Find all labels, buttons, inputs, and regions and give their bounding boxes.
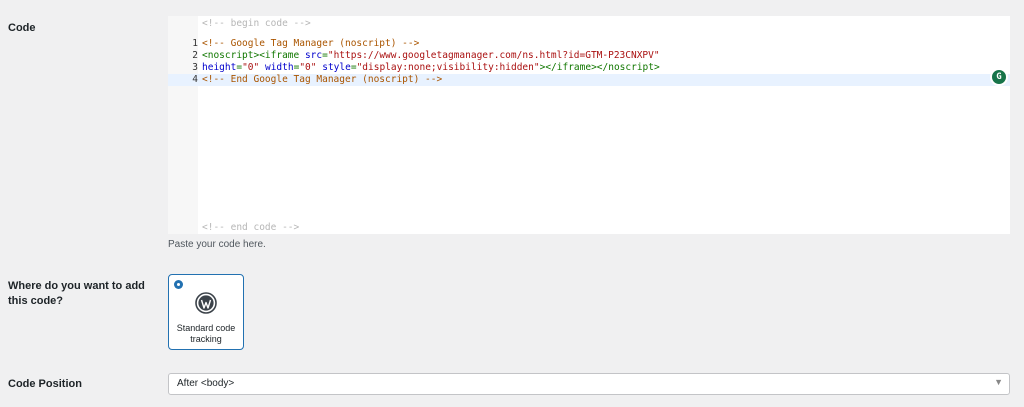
code-position-label: Code Position — [8, 378, 82, 390]
line-number: 4 — [192, 74, 198, 85]
code-text: <noscript><iframe src="https://www.googl… — [202, 50, 660, 61]
code-line[interactable]: 2 <noscript><iframe src="https://www.goog… — [168, 50, 1010, 62]
wordpress-icon — [195, 292, 217, 314]
chevron-down-icon: ▼ — [994, 377, 1003, 387]
begin-code-marker: <!-- begin code --> — [202, 18, 311, 29]
code-help-text: Paste your code here. — [168, 239, 266, 250]
code-text: <!-- Google Tag Manager (noscript) --> — [202, 38, 420, 49]
selected-radio[interactable] — [174, 280, 183, 289]
standard-code-tracking-option[interactable]: Standard code tracking — [168, 274, 244, 350]
option-label: Standard code tracking — [176, 323, 236, 344]
code-text: <!-- End Google Tag Manager (noscript) -… — [202, 74, 443, 85]
selected-value: After <body> — [177, 378, 235, 389]
grammarly-icon[interactable]: G — [990, 68, 1008, 86]
code-text: height="0" width="0" style="display:none… — [202, 62, 660, 73]
line-number: 1 — [192, 38, 198, 49]
line-number: 3 — [192, 62, 198, 73]
code-line[interactable]: 3 height="0" width="0" style="display:non… — [168, 62, 1010, 74]
line-number: 2 — [192, 50, 198, 61]
location-label: Where do you want to add this code? — [8, 280, 145, 307]
code-line[interactable]: 1 <!-- Google Tag Manager (noscript) --> — [168, 38, 1010, 50]
code-editor[interactable]: <!-- begin code --> 1 <!-- Google Tag Man… — [168, 16, 1010, 234]
code-position-select[interactable]: After <body> ▼ — [168, 373, 1010, 395]
code-label: Code — [8, 22, 36, 34]
code-line[interactable]: 4 <!-- End Google Tag Manager (noscript) … — [168, 74, 1010, 86]
end-code-marker: <!-- end code --> — [202, 222, 300, 233]
